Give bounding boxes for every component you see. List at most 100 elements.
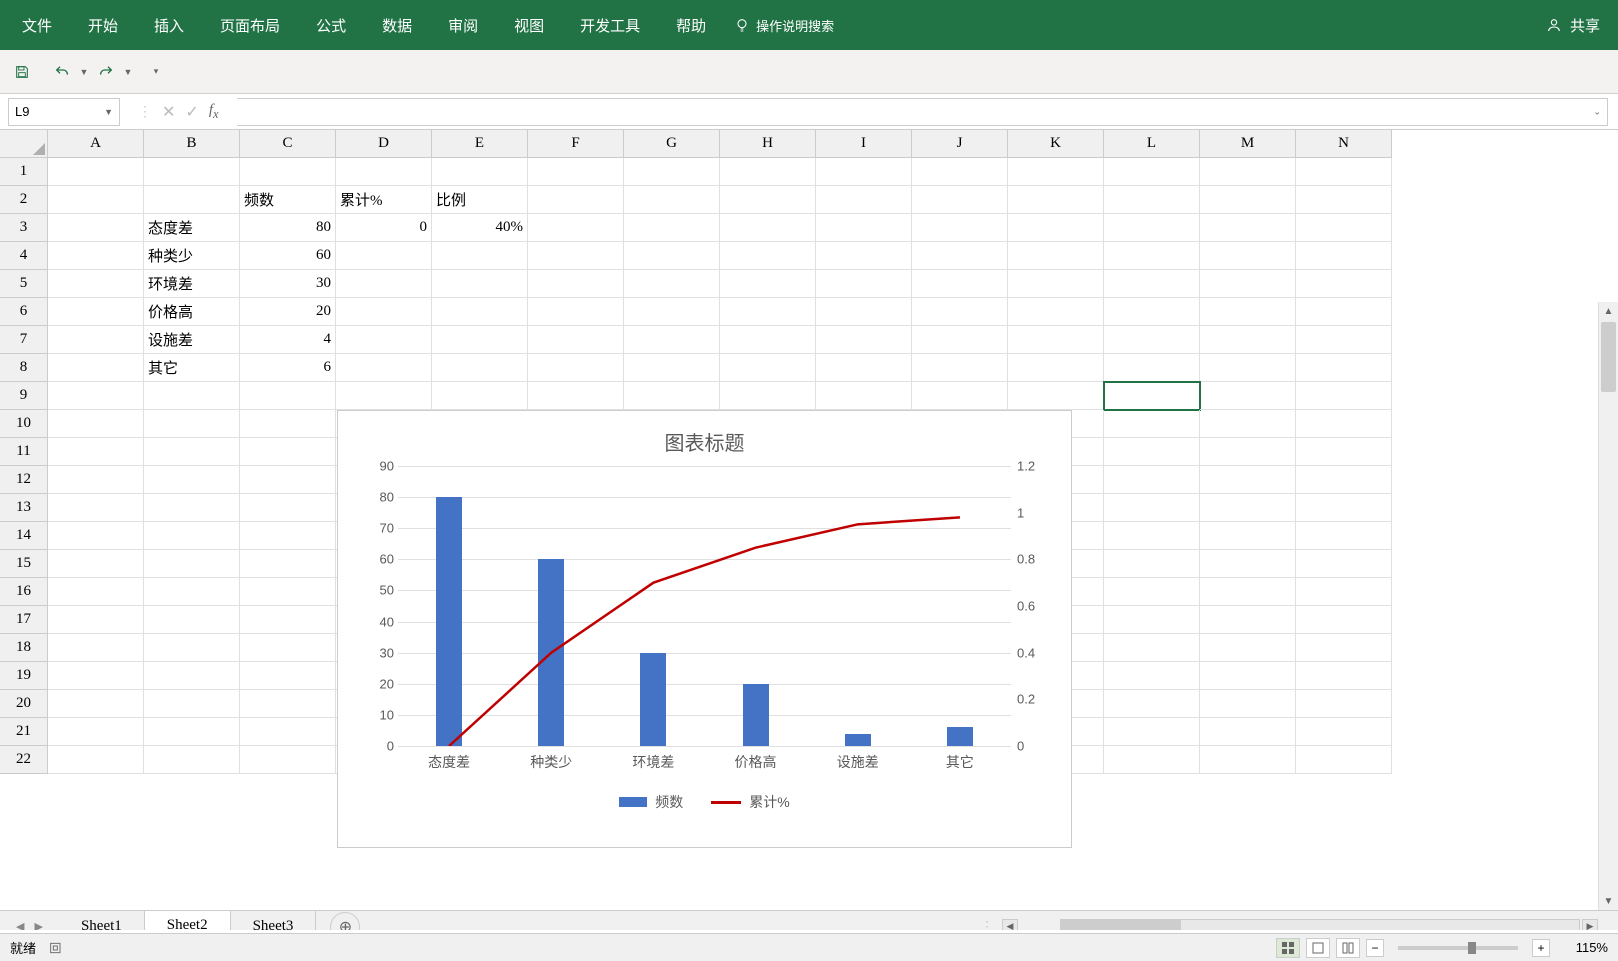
row-header-1[interactable]: 1 [0, 158, 48, 186]
column-header-I[interactable]: I [816, 130, 912, 158]
hscroll-left-icon[interactable]: ◀ [1002, 919, 1018, 931]
tell-me-search[interactable]: 操作说明搜索 [734, 16, 834, 35]
cell-K4[interactable] [1008, 242, 1104, 270]
cell-K6[interactable] [1008, 298, 1104, 326]
cell-A19[interactable] [48, 662, 144, 690]
cell-L10[interactable] [1104, 410, 1200, 438]
cell-B16[interactable] [144, 578, 240, 606]
cell-N10[interactable] [1296, 410, 1392, 438]
cell-B17[interactable] [144, 606, 240, 634]
row-header-19[interactable]: 19 [0, 662, 48, 690]
cell-L9[interactable] [1104, 382, 1200, 410]
ribbon-tab-view[interactable]: 视图 [496, 0, 562, 50]
cell-B7[interactable]: 设施差 [144, 326, 240, 354]
cell-C9[interactable] [240, 382, 336, 410]
scroll-up-icon[interactable]: ▲ [1599, 302, 1618, 320]
ribbon-tab-developer[interactable]: 开发工具 [562, 0, 658, 50]
cell-B4[interactable]: 种类少 [144, 242, 240, 270]
cell-A1[interactable] [48, 158, 144, 186]
cell-E5[interactable] [432, 270, 528, 298]
undo-button[interactable] [50, 60, 74, 84]
cell-B11[interactable] [144, 438, 240, 466]
cell-N21[interactable] [1296, 718, 1392, 746]
cell-J8[interactable] [912, 354, 1008, 382]
row-header-6[interactable]: 6 [0, 298, 48, 326]
cell-A5[interactable] [48, 270, 144, 298]
cell-M21[interactable] [1200, 718, 1296, 746]
cell-N15[interactable] [1296, 550, 1392, 578]
cell-N13[interactable] [1296, 494, 1392, 522]
cell-A17[interactable] [48, 606, 144, 634]
cell-J6[interactable] [912, 298, 1008, 326]
cell-C7[interactable]: 4 [240, 326, 336, 354]
cell-M6[interactable] [1200, 298, 1296, 326]
cell-H5[interactable] [720, 270, 816, 298]
row-header-17[interactable]: 17 [0, 606, 48, 634]
select-all-button[interactable] [0, 130, 48, 158]
cell-D1[interactable] [336, 158, 432, 186]
sheet-tab-sheet3[interactable]: Sheet3 [231, 911, 317, 930]
cell-A7[interactable] [48, 326, 144, 354]
cell-M15[interactable] [1200, 550, 1296, 578]
column-header-G[interactable]: G [624, 130, 720, 158]
save-button[interactable] [10, 60, 34, 84]
cell-B12[interactable] [144, 466, 240, 494]
cell-B5[interactable]: 环境差 [144, 270, 240, 298]
cell-C8[interactable]: 6 [240, 354, 336, 382]
row-header-3[interactable]: 3 [0, 214, 48, 242]
cell-J4[interactable] [912, 242, 1008, 270]
cell-C16[interactable] [240, 578, 336, 606]
cell-B21[interactable] [144, 718, 240, 746]
cell-K7[interactable] [1008, 326, 1104, 354]
cell-A18[interactable] [48, 634, 144, 662]
chart-legend[interactable]: 频数 累计% [338, 792, 1071, 812]
row-header-9[interactable]: 9 [0, 382, 48, 410]
cell-N3[interactable] [1296, 214, 1392, 242]
cell-F2[interactable] [528, 186, 624, 214]
cell-D6[interactable] [336, 298, 432, 326]
cell-H3[interactable] [720, 214, 816, 242]
cell-F5[interactable] [528, 270, 624, 298]
cell-I4[interactable] [816, 242, 912, 270]
cell-L16[interactable] [1104, 578, 1200, 606]
column-header-B[interactable]: B [144, 130, 240, 158]
cell-L13[interactable] [1104, 494, 1200, 522]
macro-record-icon[interactable] [48, 940, 64, 956]
sheet-nav-next-icon[interactable]: ▶ [34, 920, 42, 930]
hscroll-right-icon[interactable]: ▶ [1582, 919, 1598, 931]
cell-L12[interactable] [1104, 466, 1200, 494]
cell-G1[interactable] [624, 158, 720, 186]
cell-C12[interactable] [240, 466, 336, 494]
cell-F4[interactable] [528, 242, 624, 270]
cell-F1[interactable] [528, 158, 624, 186]
row-header-20[interactable]: 20 [0, 690, 48, 718]
row-header-18[interactable]: 18 [0, 634, 48, 662]
cell-G5[interactable] [624, 270, 720, 298]
cell-A12[interactable] [48, 466, 144, 494]
cell-N22[interactable] [1296, 746, 1392, 774]
row-header-10[interactable]: 10 [0, 410, 48, 438]
hscroll-thumb[interactable] [1061, 920, 1181, 931]
row-header-14[interactable]: 14 [0, 522, 48, 550]
cell-C11[interactable] [240, 438, 336, 466]
cell-I2[interactable] [816, 186, 912, 214]
cell-G3[interactable] [624, 214, 720, 242]
cell-G7[interactable] [624, 326, 720, 354]
cell-N17[interactable] [1296, 606, 1392, 634]
redo-dropdown[interactable]: ▼ [122, 60, 134, 84]
chart-plot-area[interactable]: 0102030405060708090 00.20.40.60.811.2 [398, 466, 1011, 746]
cell-C22[interactable] [240, 746, 336, 774]
cell-C4[interactable]: 60 [240, 242, 336, 270]
row-header-12[interactable]: 12 [0, 466, 48, 494]
cell-D3[interactable]: 0 [336, 214, 432, 242]
cell-D4[interactable] [336, 242, 432, 270]
cell-I9[interactable] [816, 382, 912, 410]
vscroll-thumb[interactable] [1601, 322, 1616, 392]
cell-L4[interactable] [1104, 242, 1200, 270]
sheet-tab-sheet2[interactable]: Sheet2 [145, 911, 231, 930]
cell-A6[interactable] [48, 298, 144, 326]
cell-A11[interactable] [48, 438, 144, 466]
column-header-H[interactable]: H [720, 130, 816, 158]
cell-E7[interactable] [432, 326, 528, 354]
cell-A15[interactable] [48, 550, 144, 578]
